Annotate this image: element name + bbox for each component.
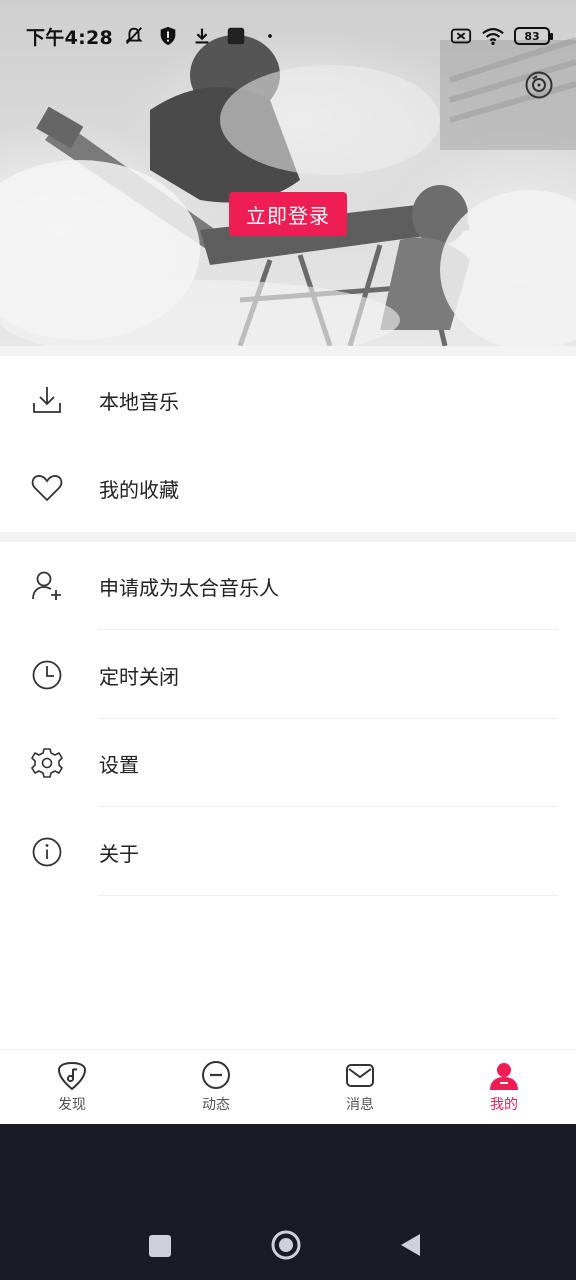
user-icon [490, 1063, 518, 1090]
download-status-icon [195, 28, 209, 44]
chat-bubble-icon [202, 1061, 230, 1089]
recent-apps-button[interactable] [148, 1234, 172, 1258]
menu-item-about[interactable]: 关于 [0, 808, 576, 896]
shield-icon [160, 26, 176, 46]
nav-label: 我的 [490, 1097, 518, 1113]
app-notification-icon [227, 27, 245, 45]
sim-blocked-icon [450, 28, 472, 44]
nav-tab-feed[interactable]: 动态 [144, 1050, 288, 1125]
nav-label: 动态 [202, 1097, 230, 1113]
system-navigation-bar [0, 1124, 576, 1280]
menu-item-label: 设置 [99, 752, 139, 777]
download-icon [33, 387, 61, 413]
bottom-nav: 发现 动态 消息 我的 [0, 1049, 576, 1124]
wifi-icon [482, 28, 504, 45]
info-icon [32, 837, 62, 867]
mute-notification-icon [125, 27, 143, 44]
menu-divider [98, 629, 558, 630]
login-button[interactable]: 立即登录 [229, 192, 347, 236]
menu-item-label: 我的收藏 [99, 477, 179, 502]
status-bar: 下午4:28 83 [0, 0, 576, 72]
nav-label: 发现 [58, 1097, 86, 1113]
nav-tab-me[interactable]: 我的 [432, 1050, 576, 1125]
profile-header: 下午4:28 83 立即登录 [0, 0, 576, 346]
more-notifications-icon [268, 34, 272, 38]
menu-item-label: 申请成为太合音乐人 [99, 575, 279, 600]
mail-icon [346, 1064, 374, 1087]
menu-item-label: 定时关闭 [99, 664, 179, 689]
menu-item-local-music[interactable]: 本地音乐 [0, 356, 576, 444]
menu-item-sleep-timer[interactable]: 定时关闭 [0, 631, 576, 719]
menu-item-label: 关于 [99, 841, 139, 866]
nav-label: 消息 [346, 1097, 374, 1113]
menu-item-label: 本地音乐 [99, 389, 179, 414]
now-playing-disc-icon[interactable] [524, 70, 554, 100]
section-divider [0, 346, 576, 356]
guitar-pick-icon [57, 1061, 87, 1091]
menu-item-become-musician[interactable]: 申请成为太合音乐人 [0, 542, 576, 630]
nav-tab-messages[interactable]: 消息 [288, 1050, 432, 1125]
menu-divider [98, 895, 558, 896]
home-button[interactable] [270, 1229, 302, 1261]
section-divider [0, 532, 576, 542]
battery-indicator: 83 [514, 27, 553, 45]
menu-item-favorites[interactable]: 我的收藏 [0, 444, 576, 532]
back-button[interactable] [398, 1232, 424, 1258]
nav-tab-discover[interactable]: 发现 [0, 1050, 144, 1125]
add-user-icon [32, 571, 61, 600]
menu-item-settings[interactable]: 设置 [0, 719, 576, 807]
clock-icon [32, 660, 62, 690]
status-time: 下午4:28 [26, 26, 114, 49]
menu-divider [98, 806, 558, 807]
gear-icon [31, 748, 63, 778]
battery-level: 83 [524, 29, 540, 43]
heart-icon [31, 475, 63, 502]
